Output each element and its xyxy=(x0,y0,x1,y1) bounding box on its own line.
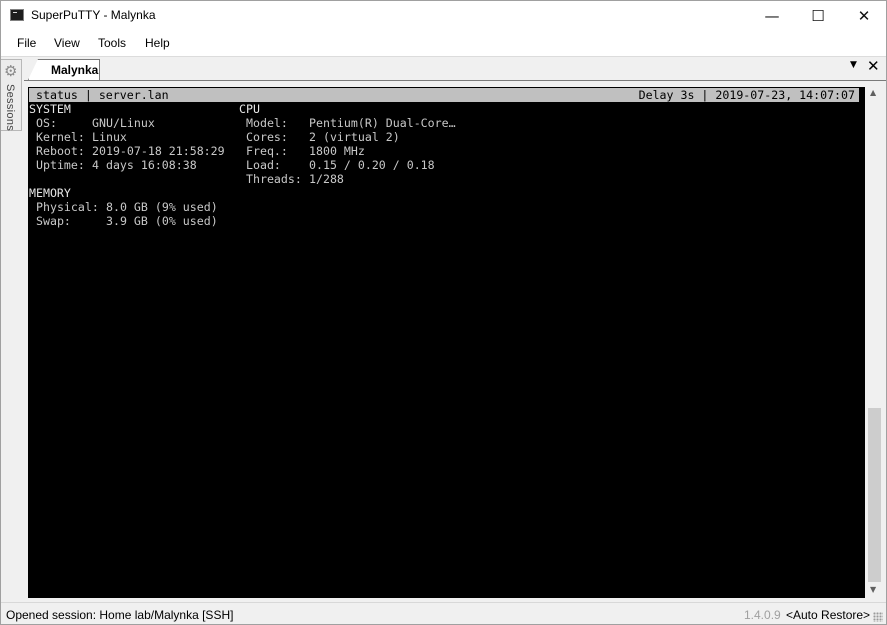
cpu-key: Freq.: xyxy=(246,144,288,158)
memory-key: Physical: xyxy=(36,200,99,214)
minimize-icon: — xyxy=(764,7,780,25)
menu-tools[interactable]: Tools xyxy=(98,36,126,50)
resize-grip-icon[interactable] xyxy=(873,612,883,622)
close-icon: ✕ xyxy=(857,7,871,25)
close-window-button[interactable]: ✕ xyxy=(841,1,886,31)
cpu-key: Load: xyxy=(246,158,281,172)
cpu-key: Threads: xyxy=(246,172,302,186)
menu-bar: File View Tools Help xyxy=(1,31,886,57)
cpu-key: Cores: xyxy=(246,130,288,144)
menu-view[interactable]: View xyxy=(54,36,80,50)
sessions-label: Sessions xyxy=(4,84,16,132)
system-key: Kernel: xyxy=(36,130,85,144)
terminal-app-icon[interactable] xyxy=(10,9,24,21)
cpu-value: Pentium(R) Dual-Core… xyxy=(309,116,456,130)
system-value: 2019-07-18 21:58:29 xyxy=(92,144,225,158)
version-label: 1.4.0.9 xyxy=(744,608,781,622)
title-bar: SuperPuTTY - Malynka — ☐ ✕ xyxy=(1,1,886,31)
scroll-up-icon[interactable]: ▲ xyxy=(870,88,876,97)
scroll-down-icon[interactable]: ▼ xyxy=(870,585,876,594)
minimize-button[interactable]: — xyxy=(749,1,795,31)
terminal-screen[interactable]: status | server.lan Delay 3s | 2019-07-2… xyxy=(28,87,865,598)
system-value: Linux xyxy=(92,130,127,144)
terminal-statusline: status | server.lan Delay 3s | 2019-07-2… xyxy=(29,88,859,102)
memory-value: 8.0 GB (9% used) xyxy=(106,200,218,214)
menu-file[interactable]: File xyxy=(17,36,36,50)
cpu-value: 1/288 xyxy=(309,172,344,186)
maximize-button[interactable]: ☐ xyxy=(795,1,841,31)
memory-key: Swap: xyxy=(36,214,71,228)
system-value: 4 days 16:08:38 xyxy=(92,158,197,172)
system-key: Reboot: xyxy=(36,144,85,158)
cpu-value: 1800 MHz xyxy=(309,144,365,158)
cpu-header: CPU xyxy=(239,102,260,116)
sessions-panel-tab[interactable]: ⚙ Sessions xyxy=(1,59,22,131)
tab-bar: Malynka ▼ ✕ xyxy=(24,57,886,81)
system-key: Uptime: xyxy=(36,158,85,172)
system-value: GNU/Linux xyxy=(92,116,155,130)
menu-help[interactable]: Help xyxy=(145,36,170,50)
auto-restore-toggle[interactable]: <Auto Restore> xyxy=(786,608,870,622)
memory-header: MEMORY xyxy=(29,186,71,200)
system-key: OS: xyxy=(36,116,57,130)
close-tab-icon[interactable]: ✕ xyxy=(867,57,880,75)
app-window: SuperPuTTY - Malynka — ☐ ✕ File View Too… xyxy=(0,0,887,625)
window-title: SuperPuTTY - Malynka xyxy=(31,8,156,22)
maximize-icon: ☐ xyxy=(811,7,825,25)
cpu-value: 0.15 / 0.20 / 0.18 xyxy=(309,158,435,172)
tab-malynka[interactable]: Malynka xyxy=(28,59,100,80)
status-bar: Opened session: Home lab/Malynka [SSH] 1… xyxy=(1,602,886,624)
scrollbar-thumb[interactable] xyxy=(868,408,881,582)
gear-icon: ⚙ xyxy=(4,62,18,80)
status-message: Opened session: Home lab/Malynka [SSH] xyxy=(6,608,234,622)
terminal-scrollbar[interactable]: ▲ ▼ xyxy=(866,86,883,599)
statusline-host: status | server.lan xyxy=(36,88,169,102)
tab-label: Malynka xyxy=(51,63,99,77)
cpu-key: Model: xyxy=(246,116,288,130)
chevron-down-icon[interactable]: ▼ xyxy=(850,60,857,70)
memory-value: 3.9 GB (0% used) xyxy=(106,214,218,228)
statusline-clock: Delay 3s | 2019-07-23, 14:07:07 xyxy=(638,88,855,102)
system-header: SYSTEM xyxy=(29,102,71,116)
cpu-value: 2 (virtual 2) xyxy=(309,130,400,144)
